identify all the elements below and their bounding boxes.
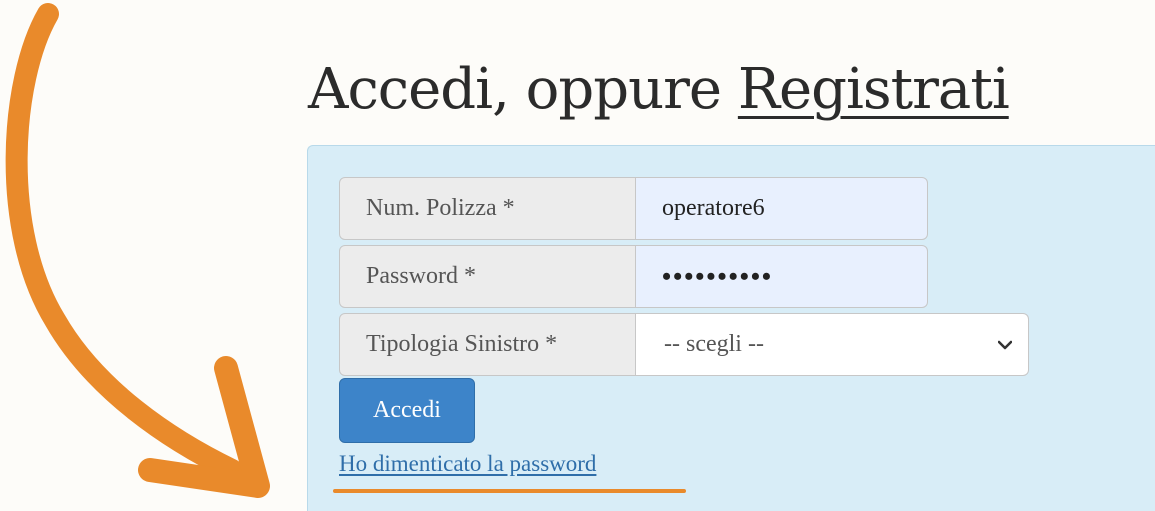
claim-type-group: Tipologia Sinistro * -- scegli --: [339, 313, 1029, 376]
page-title-text: Accedi, oppure: [308, 57, 738, 122]
policy-number-input[interactable]: operatore6: [636, 177, 928, 240]
forgot-password-highlight-underline: [333, 489, 686, 493]
claim-type-label: Tipologia Sinistro *: [339, 313, 636, 376]
login-button[interactable]: Accedi: [339, 378, 475, 443]
chevron-down-icon: [997, 335, 1013, 354]
curved-arrow-icon: [5, 3, 270, 498]
password-label: Password *: [339, 245, 636, 308]
claim-type-select[interactable]: -- scegli --: [636, 313, 1029, 376]
page-title: Accedi, oppure Registrati: [308, 62, 1010, 118]
password-group: Password * ••••••••••: [339, 245, 928, 308]
claim-type-selected-value: -- scegli --: [664, 331, 764, 357]
policy-number-group: Num. Polizza * operatore6: [339, 177, 928, 240]
policy-number-label: Num. Polizza *: [339, 177, 636, 240]
forgot-password-link[interactable]: Ho dimenticato la password: [339, 451, 596, 477]
password-input[interactable]: ••••••••••: [636, 245, 928, 308]
register-link[interactable]: Registrati: [738, 57, 1010, 122]
